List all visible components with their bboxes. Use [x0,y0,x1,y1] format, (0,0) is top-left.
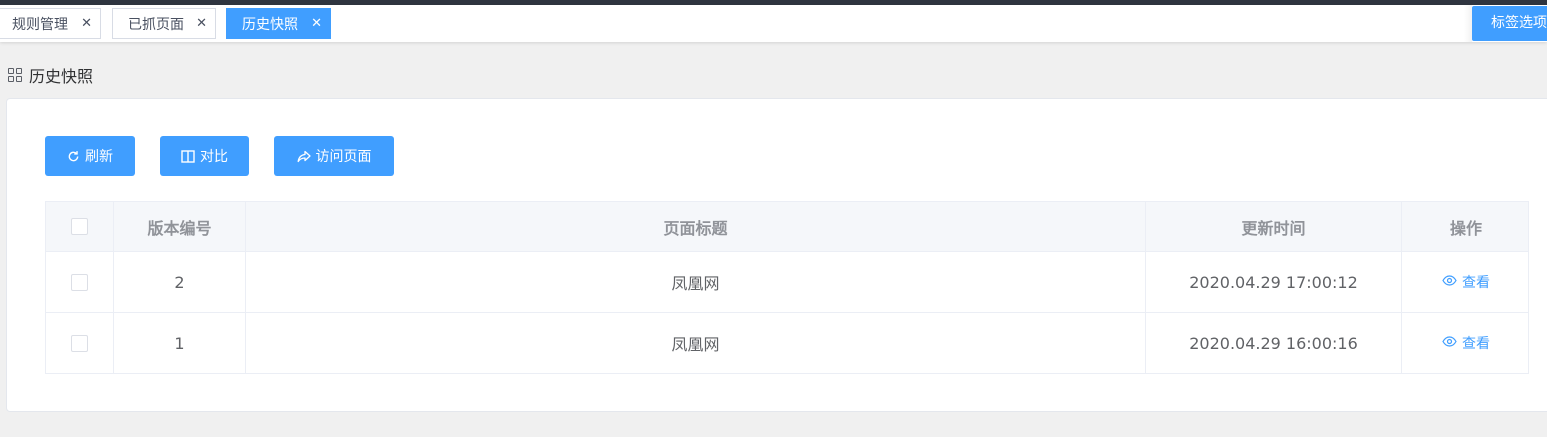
refresh-button[interactable]: 刷新 [45,136,135,176]
actions-cell: 查看 [1402,313,1530,373]
view-link[interactable]: 查看 [1442,333,1490,353]
eye-icon [1442,335,1457,351]
tag-options-divider [1464,5,1472,42]
tab-label: 规则管理 [12,16,68,33]
columns-icon [181,149,195,163]
tags-view-bar: 规则管理 ✕ 已抓页面 ✕ 历史快照 ✕ 标签选项 [0,5,1547,42]
close-icon[interactable]: ✕ [196,16,207,31]
tag-options-button[interactable]: 标签选项 [1472,6,1547,41]
tab-history-snapshot[interactable]: 历史快照 ✕ [226,8,331,39]
view-label: 查看 [1462,336,1490,352]
tab-rule-management[interactable]: 规则管理 ✕ [0,8,101,39]
select-all-checkbox[interactable] [71,218,88,235]
refresh-label: 刷新 [85,149,113,165]
row-checkbox[interactable] [71,334,88,352]
title-cell: 凤凰网 [246,252,1146,312]
header-updated[interactable]: 更新时间 [1146,202,1402,251]
compare-label: 对比 [200,149,228,165]
view-link[interactable]: 查看 [1442,272,1490,292]
title-cell: 凤凰网 [246,313,1146,373]
compare-button[interactable]: 对比 [160,136,249,176]
close-icon[interactable]: ✕ [311,16,322,31]
row-select-cell [46,252,114,312]
page-title-text: 历史快照 [29,67,94,86]
tab-label: 已抓页面 [128,16,184,33]
header-version[interactable]: 版本编号 [114,202,246,251]
grid-icon [8,67,23,83]
snapshot-table: 版本编号 页面标题 更新时间 操作 2 凤凰网 2020.04.29 17:00… [45,201,1529,374]
eye-icon [1442,274,1457,290]
visit-page-label: 访问页面 [315,149,372,165]
row-select-cell [46,313,114,373]
actions-cell: 查看 [1402,252,1530,312]
tab-label: 历史快照 [242,16,298,33]
view-label: 查看 [1462,275,1490,291]
header-actions: 操作 [1449,218,1482,238]
header-title: 页面标题 [246,202,1146,251]
refresh-icon [67,150,80,163]
page-title: 历史快照 [8,64,93,86]
tab-crawled-pages[interactable]: 已抓页面 ✕ [112,8,216,39]
version-cell: 2 [114,252,246,312]
visit-page-button[interactable]: 访问页面 [274,136,394,176]
table-row: 1 凤凰网 2020.04.29 16:00:16 查看 [46,313,1528,374]
updated-cell: 2020.04.29 16:00:16 [1146,313,1402,373]
version-cell: 1 [114,313,246,373]
share-icon [297,150,311,163]
header-select-cell [46,202,114,251]
table-header: 版本编号 页面标题 更新时间 操作 [46,202,1528,252]
table-row: 2 凤凰网 2020.04.29 17:00:12 查看 [46,252,1528,313]
row-checkbox[interactable] [71,273,88,291]
updated-cell: 2020.04.29 17:00:12 [1146,252,1402,312]
close-icon[interactable]: ✕ [81,16,92,31]
